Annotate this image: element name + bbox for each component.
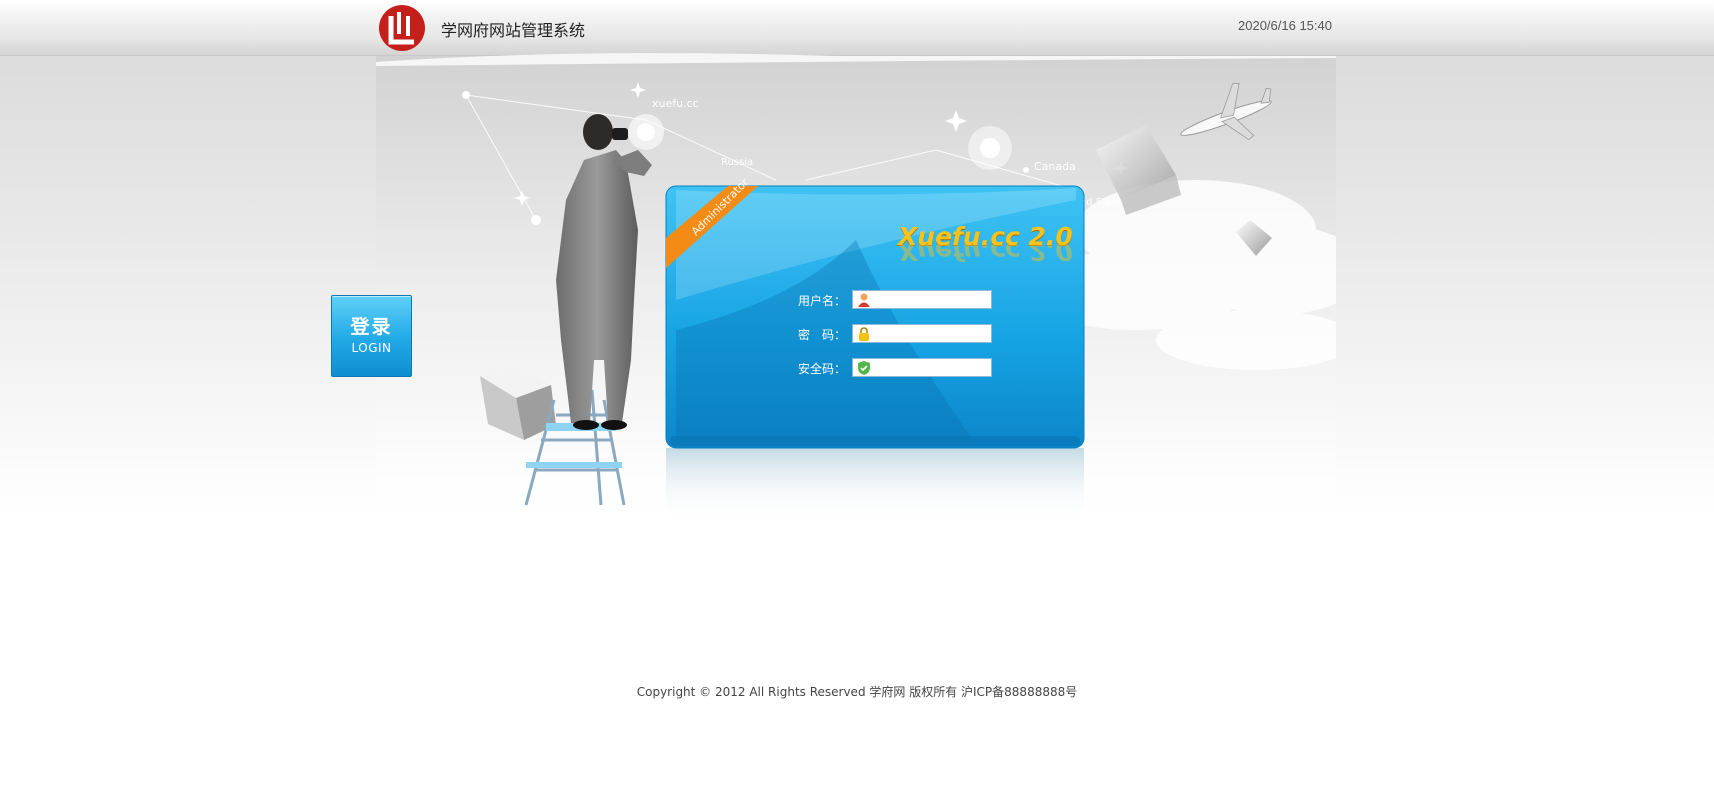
footer-copyright: Copyright © 2012 All Rights Reserved 学府网… <box>636 685 1078 699</box>
site-title: 学网府网站管理系统 <box>441 21 586 40</box>
captcha-input[interactable] <box>875 359 989 376</box>
login-button-label-en: LOGIN <box>351 341 392 355</box>
scene-domain-text: xuefu.cc <box>652 97 699 110</box>
password-label: 密 码： <box>798 328 847 342</box>
username-label: 用户名： <box>798 294 847 308</box>
shield-icon <box>858 361 870 375</box>
captcha-field-wrapper <box>852 358 992 377</box>
user-icon <box>858 293 870 307</box>
username-field-wrapper <box>852 290 992 309</box>
password-input[interactable] <box>875 325 989 342</box>
hero-illustration: xuefu.cc Canada Russia ted States <box>376 0 1336 520</box>
brand-title-reflection: Xuefu.cc 2.0 <box>898 237 1073 266</box>
map-label-russia: Russia <box>721 157 753 168</box>
map-label-canada: Canada <box>1034 160 1076 173</box>
password-field-wrapper <box>852 324 992 343</box>
login-button-label-cn: 登录 <box>350 316 393 338</box>
site-logo-icon <box>379 5 425 51</box>
captcha-label: 安全码： <box>798 362 847 376</box>
lock-icon <box>859 327 869 341</box>
username-input[interactable] <box>875 291 989 308</box>
header-datetime: 2020/6/16 15:40 <box>1238 18 1332 33</box>
login-button[interactable]: 登录 LOGIN <box>331 295 412 377</box>
